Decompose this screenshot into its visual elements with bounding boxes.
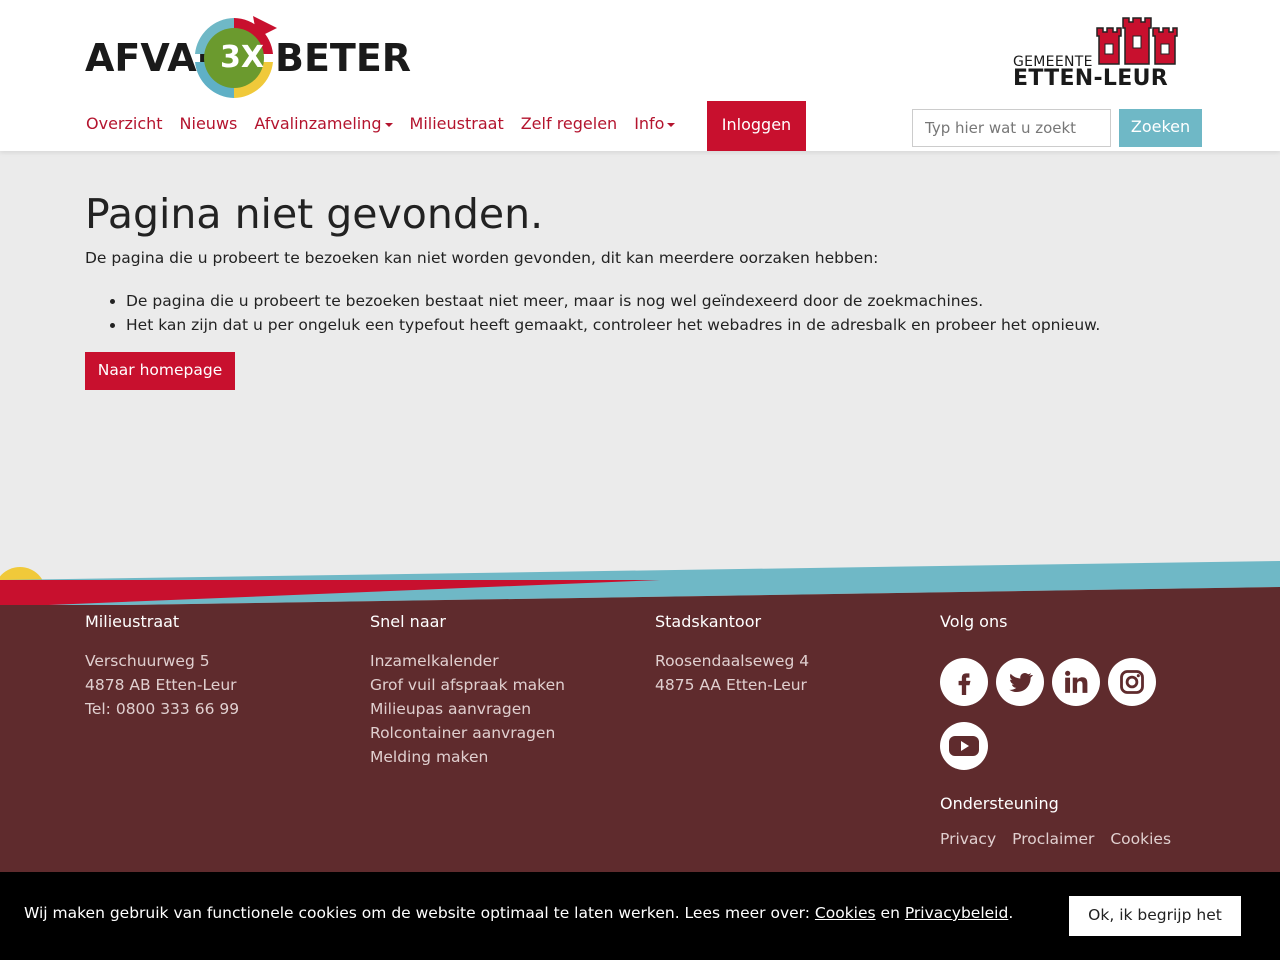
footer-milieustraat: Milieustraat Verschuurweg 5 4878 AB Ette… (85, 612, 239, 721)
nav-info[interactable]: Info (634, 114, 676, 133)
cookie-text-end: . (1008, 904, 1014, 922)
facebook-icon[interactable] (940, 658, 988, 706)
nav-overzicht[interactable]: Overzicht (86, 114, 163, 133)
footer-heading: Snel naar (370, 612, 446, 631)
etten-leur-label: ETTEN-LEUR (1013, 66, 1168, 91)
site-header: AFVAL 3X BETER GEMEENTE ETTEN-LEUR Overz… (0, 0, 1280, 151)
logo-word-beter: BETER (275, 36, 412, 80)
gemeente-etten-leur-logo[interactable]: GEMEENTE ETTEN-LEUR (1013, 14, 1183, 94)
castle-towers-icon (1096, 17, 1178, 65)
caret-down-icon (667, 122, 676, 127)
nav-label: Afvalinzameling (254, 114, 382, 133)
homepage-button[interactable]: Naar homepage (85, 352, 235, 390)
footer-heading: Volg ons (940, 612, 1008, 631)
footer-link-inzamelkalender[interactable]: Inzamelkalender (370, 649, 565, 673)
nav-label: Overzicht (86, 114, 163, 133)
cookie-text: Wij maken gebruik van functionele cookie… (24, 904, 815, 922)
login-button[interactable]: Inloggen (707, 101, 806, 151)
linkedin-icon[interactable] (1052, 658, 1100, 706)
footer-volg-ons: Volg ons (940, 612, 1007, 649)
instagram-icon[interactable] (1108, 658, 1156, 706)
nav-label: Nieuws (179, 114, 238, 133)
footer-link-milieupas[interactable]: Milieupas aanvragen (370, 697, 565, 721)
footer-snel-naar: Snel naar Inzamelkalender Grof vuil afsp… (370, 612, 565, 769)
nav-zelf-regelen[interactable]: Zelf regelen (521, 114, 617, 133)
list-item: De pagina die u probeert te bezoeken bes… (106, 289, 1100, 313)
footer-link-grof-vuil[interactable]: Grof vuil afspraak maken (370, 673, 565, 697)
footer-link-proclaimer[interactable]: Proclaimer (1012, 830, 1094, 848)
nav-nieuws[interactable]: Nieuws (180, 114, 238, 133)
cookie-message: Wij maken gebruik van functionele cookie… (24, 904, 1013, 922)
footer-link-rolcontainer[interactable]: Rolcontainer aanvragen (370, 721, 565, 745)
footer-link-melding[interactable]: Melding maken (370, 745, 565, 769)
youtube-icon[interactable] (940, 722, 988, 770)
address-line: Verschuurweg 5 (85, 652, 210, 670)
reasons-list: De pagina die u probeert te bezoeken bes… (106, 289, 1100, 337)
phone-line: Tel: 0800 333 66 99 (85, 700, 240, 718)
nav-label: Milieustraat (409, 114, 504, 133)
address-line: 4878 AB Etten-Leur (85, 676, 237, 694)
footer-link-privacy[interactable]: Privacy (940, 830, 996, 848)
address-line: 4875 AA Etten-Leur (655, 676, 807, 694)
intro-text: De pagina die u probeert te bezoeken kan… (85, 249, 879, 267)
search-button[interactable]: Zoeken (1119, 109, 1202, 147)
footer-link-cookies[interactable]: Cookies (1110, 830, 1171, 848)
cookie-link-cookies[interactable]: Cookies (815, 904, 876, 922)
search-input[interactable] (912, 109, 1111, 147)
nav-afvalinzameling[interactable]: Afvalinzameling (254, 114, 393, 133)
footer-heading: Milieustraat (85, 612, 180, 631)
list-item: Het kan zijn dat u per ongeluk een typef… (106, 313, 1100, 337)
page-title: Pagina niet gevonden. (85, 190, 544, 238)
ondersteuning-heading: Ondersteuning (940, 794, 1059, 813)
logo-word-3x: 3X (220, 40, 265, 75)
nav-label: Zelf regelen (520, 114, 618, 133)
cookie-text-between: en (875, 904, 905, 922)
caret-down-icon (384, 122, 393, 127)
support-links: Privacy Proclaimer Cookies (940, 830, 1187, 848)
twitter-icon[interactable] (996, 658, 1044, 706)
footer-heading: Stadskantoor (655, 612, 762, 631)
footer-stadskantoor: Stadskantoor Roosendaalseweg 4 4875 AA E… (655, 612, 809, 697)
cookie-accept-button[interactable]: Ok, ik begrijp het (1069, 896, 1241, 936)
nav-milieustraat[interactable]: Milieustraat (410, 114, 504, 133)
nav-label: Info (634, 114, 665, 133)
main-navigation: Overzicht Nieuws Afvalinzameling Milieus… (86, 114, 692, 133)
afval-3x-beter-logo[interactable]: AFVAL 3X BETER (85, 14, 411, 104)
cookie-link-privacybeleid[interactable]: Privacybeleid (905, 904, 1008, 922)
address-line: Roosendaalseweg 4 (655, 652, 810, 670)
